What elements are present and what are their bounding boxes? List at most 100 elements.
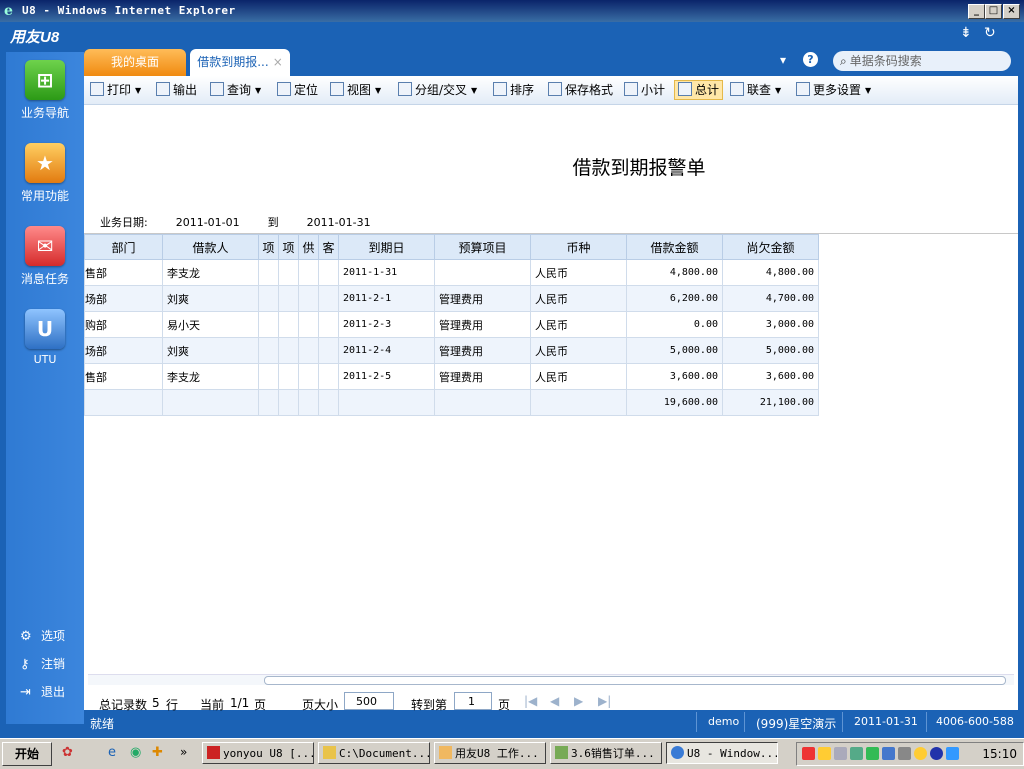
horizontal-scrollbar[interactable]: [88, 674, 1014, 685]
tray-icon[interactable]: [866, 747, 879, 760]
help-icon[interactable]: ?: [803, 52, 818, 67]
column-header[interactable]: 客: [318, 234, 339, 260]
link-query-button[interactable]: 联查 ▼: [730, 81, 781, 99]
column-header[interactable]: 项: [258, 234, 279, 260]
menu-icon[interactable]: ⇟: [960, 25, 972, 41]
taskbar-item-documents[interactable]: C:\Document...: [318, 742, 430, 764]
column-header[interactable]: 项: [278, 234, 299, 260]
table-row[interactable]: 场部 刘爽 2011-2-1 管理费用 人民币 6,200.00 4,700.0…: [84, 285, 819, 312]
sitemap-icon: ⊞: [25, 60, 65, 100]
save-icon: [548, 82, 562, 96]
column-header[interactable]: 借款金额: [626, 234, 723, 260]
cell-owed-amount: 3,000.00: [722, 311, 819, 338]
close-icon[interactable]: ×: [273, 55, 283, 69]
sidebar-item-label: UTU: [33, 353, 57, 366]
cell-borrower: 易小天: [162, 311, 259, 338]
sidebar-item-business-nav[interactable]: ⊞ 业务导航: [6, 60, 84, 121]
save-format-label: 保存格式: [565, 83, 614, 97]
close-window-button[interactable]: ×: [1003, 4, 1020, 19]
save-format-button[interactable]: 保存格式: [548, 81, 613, 99]
minimize-button[interactable]: _: [968, 4, 985, 19]
taskbar-item-u8-ie[interactable]: U8 - Window...: [666, 742, 778, 764]
table-row[interactable]: 购部 易小天 2011-2-3 管理费用 人民币 0.00 3,000.00: [84, 311, 819, 338]
refresh-icon[interactable]: ↻: [984, 25, 996, 41]
column-header[interactable]: 币种: [530, 234, 627, 260]
last-page-icon[interactable]: ▶|: [598, 694, 611, 708]
group-cross-button[interactable]: 分组/交叉 ▼: [398, 81, 477, 99]
divider: [842, 712, 843, 732]
group-label: 分组/交叉: [415, 83, 468, 97]
quicklaunch-icon[interactable]: ✿: [62, 745, 73, 760]
taskbar-item-u8-workspace[interactable]: 用友U8 工作...: [434, 742, 546, 764]
settings-icon: [796, 82, 810, 96]
more-settings-button[interactable]: 更多设置 ▼: [796, 81, 871, 99]
taskbar-item-yonyou[interactable]: yonyou U8 [...: [202, 742, 314, 764]
task-label: 用友U8 工作...: [455, 747, 539, 760]
quicklaunch-icon-3[interactable]: ✚: [152, 745, 163, 760]
column-header[interactable]: 供: [298, 234, 319, 260]
cell-empty: [318, 259, 339, 286]
cell-empty: [258, 389, 279, 416]
cell-due-date: 2011-2-1: [338, 285, 435, 312]
locate-button[interactable]: 定位: [277, 81, 318, 99]
start-button[interactable]: 开始: [2, 742, 52, 766]
first-page-icon[interactable]: |◀: [524, 694, 537, 708]
cell-empty: [298, 337, 319, 364]
taskbar-item-sales-order[interactable]: 3.6销售订单...: [550, 742, 662, 764]
sidebar-option-logout[interactable]: ⚷ 注销: [20, 655, 65, 672]
export-button[interactable]: 输出: [156, 81, 197, 99]
tray-icon[interactable]: [914, 747, 927, 760]
cell-due-date: 2011-2-5: [338, 363, 435, 390]
tab-my-desktop[interactable]: 我的桌面: [84, 49, 186, 76]
total-loan-amount: 19,600.00: [626, 389, 723, 416]
tab-dropdown-icon[interactable]: ▾: [780, 53, 786, 67]
document-icon: [555, 746, 568, 759]
date-label: 业务日期:: [100, 216, 148, 229]
total-button[interactable]: 总计: [674, 80, 724, 100]
shield-icon[interactable]: [818, 747, 831, 760]
maximize-button[interactable]: □: [985, 4, 1002, 19]
subtotal-icon: [624, 82, 638, 96]
cell-owed-amount: 3,600.00: [722, 363, 819, 390]
barcode-search-input[interactable]: ⌕ 单据条码搜索: [833, 51, 1011, 71]
tray-icon[interactable]: [882, 747, 895, 760]
query-button[interactable]: 查询 ▼: [210, 81, 261, 99]
view-button[interactable]: 视图 ▼: [330, 81, 381, 99]
ie-quicklaunch-icon[interactable]: e: [108, 745, 116, 760]
tray-icon[interactable]: [946, 747, 959, 760]
cell-owed-amount: 4,800.00: [722, 259, 819, 286]
volume-icon[interactable]: [898, 747, 911, 760]
column-header[interactable]: 部门: [84, 234, 163, 260]
cell-empty: [318, 337, 339, 364]
date-from: 2011-01-01: [175, 216, 240, 229]
print-button[interactable]: 打印 ▼: [90, 81, 141, 99]
more-quicklaunch-icon[interactable]: »: [180, 745, 187, 759]
tab-loan-due-report[interactable]: 借款到期报... ×: [190, 49, 290, 76]
link-icon: [730, 82, 744, 96]
quicklaunch-icon-2[interactable]: ◉: [130, 745, 141, 760]
sort-button[interactable]: 排序: [493, 81, 534, 99]
table-row[interactable]: 场部 刘爽 2011-2-4 管理费用 人民币 5,000.00 5,000.0…: [84, 337, 819, 364]
cell-empty: [530, 389, 627, 416]
column-header[interactable]: 到期日: [338, 234, 435, 260]
sidebar-option-settings[interactable]: ⚙ 选项: [20, 627, 65, 644]
sidebar-item-common-functions[interactable]: ★ 常用功能: [6, 143, 84, 204]
tray-icon[interactable]: [930, 747, 943, 760]
table-row[interactable]: 售部 李支龙 2011-1-31 人民币 4,800.00 4,800.00: [84, 259, 819, 286]
cell-empty: [258, 363, 279, 390]
column-header[interactable]: 预算项目: [434, 234, 531, 260]
sidebar-option-exit[interactable]: ⇥ 退出: [20, 683, 65, 700]
table-row[interactable]: 售部 李支龙 2011-2-5 管理费用 人民币 3,600.00 3,600.…: [84, 363, 819, 390]
column-header[interactable]: 尚欠金额: [722, 234, 819, 260]
cell-empty: [318, 363, 339, 390]
column-header[interactable]: 借款人: [162, 234, 259, 260]
prev-page-icon[interactable]: ◀: [550, 694, 559, 708]
scrollbar-thumb[interactable]: [264, 676, 1006, 685]
next-page-icon[interactable]: ▶: [574, 694, 583, 708]
network-icon[interactable]: [850, 747, 863, 760]
sidebar-item-utu[interactable]: U UTU: [6, 309, 84, 366]
sidebar-item-message-tasks[interactable]: ✉ 消息任务: [6, 226, 84, 287]
tray-icon[interactable]: [802, 747, 815, 760]
subtotal-button[interactable]: 小计: [624, 81, 665, 99]
tray-icon[interactable]: [834, 747, 847, 760]
